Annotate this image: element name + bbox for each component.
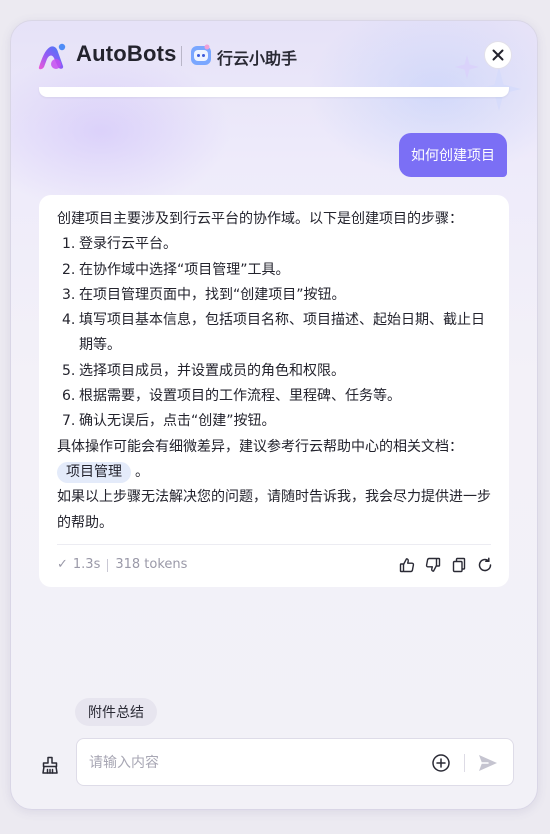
reply-duration: 1.3s — [72, 557, 101, 572]
check-icon: ✓ — [57, 557, 68, 572]
thumbs-down-icon — [425, 557, 440, 572]
reply-steps-list: 1. 登录行云平台。 2. 在协作域中选择“项目管理”工具。 3. 在项目管理页面中，… — [57, 232, 491, 434]
card-divider — [57, 544, 491, 545]
list-item: 5. 选择项目成员，并设置成员的角色和权限。 — [62, 362, 345, 379]
bot-avatar-icon — [191, 44, 211, 65]
dislike-button[interactable] — [424, 555, 441, 575]
close-icon — [492, 49, 504, 61]
reply-meta: ✓ 1.3s 318 tokens — [57, 555, 187, 575]
clear-context-icon[interactable] — [39, 754, 61, 776]
list-item: 2. 在协作域中选择“项目管理”工具。 — [62, 261, 290, 278]
add-attachment-icon[interactable] — [431, 753, 451, 773]
reply-tokens: 318 tokens — [115, 557, 188, 572]
previous-message-edge — [39, 87, 509, 97]
brand-name: AutoBots — [76, 41, 177, 66]
list-item: 6. 根据需要，设置项目的工作流程、里程碑、任务等。 — [62, 388, 401, 405]
close-button[interactable] — [484, 41, 512, 69]
message-input[interactable] — [89, 751, 409, 775]
list-item: 3. 在项目管理页面中，找到“创建项目”按钮。 — [62, 286, 346, 303]
reply-closing: 如果以上步骤无法解决您的问题，请随时告诉我，我会尽力提供进一步的帮助。 — [57, 489, 491, 531]
reply-doc-line: 项目管理。 — [57, 460, 491, 485]
user-message-bubble: 如何创建项目 — [399, 133, 507, 177]
send-icon[interactable] — [477, 753, 499, 773]
panel-header: AutoBots 行云小助手 — [11, 21, 537, 111]
bot-name: 行云小助手 — [217, 49, 298, 68]
doc-link-chip[interactable]: 项目管理 — [57, 461, 131, 483]
header-divider — [181, 46, 182, 66]
regenerate-button[interactable] — [476, 555, 493, 575]
list-item: 4. 填写项目基本信息，包括项目名称、项目描述、起始日期、截止日期等。 — [62, 312, 485, 354]
thumbs-up-icon — [399, 558, 414, 573]
meta-divider — [107, 558, 109, 572]
list-item: 7. 确认无误后，点击“创建”按钮。 — [62, 413, 276, 430]
reply-intro: 创建项目主要涉及到行云平台的协作域。以下是创建项目的步骤： — [57, 211, 463, 227]
autobots-logo-icon — [38, 43, 66, 70]
suggestion-chip-attachment-summary[interactable]: 附件总结 — [75, 698, 157, 726]
message-input-box — [76, 738, 514, 786]
reply-note: 具体操作可能会有细微差异，建议参考行云帮助中心的相关文档： — [57, 438, 463, 455]
input-divider — [464, 754, 465, 772]
assistant-panel: AutoBots 行云小助手 如何创建项目 创建项目主要涉及到行云平台的协作域。… — [10, 20, 538, 810]
refresh-icon — [478, 557, 491, 572]
copy-button[interactable] — [450, 555, 467, 575]
bot-reply-card: 创建项目主要涉及到行云平台的协作域。以下是创建项目的步骤： 1. 登录行云平台。 … — [39, 195, 509, 587]
doc-suffix: 。 — [135, 463, 149, 480]
reply-actions — [398, 555, 493, 575]
list-item: 1. 登录行云平台。 — [62, 236, 177, 253]
copy-icon — [452, 557, 465, 573]
like-button[interactable] — [398, 555, 415, 575]
